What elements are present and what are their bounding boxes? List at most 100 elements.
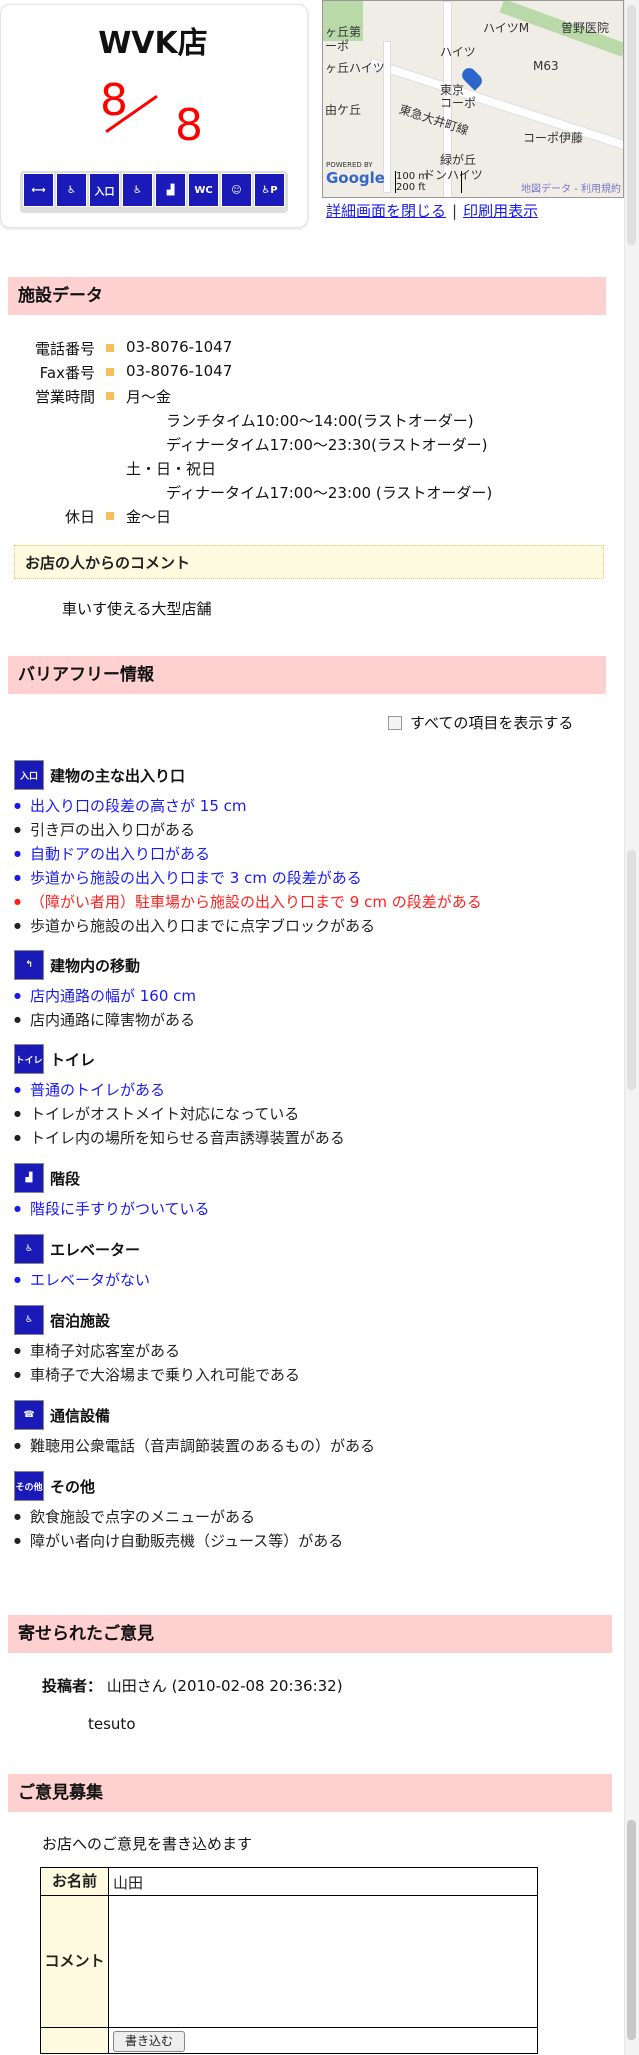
show-all-checkbox[interactable]	[388, 716, 402, 730]
map-label: 曽野医院	[561, 21, 610, 35]
name-label: お名前	[41, 1868, 109, 1895]
barrier-item[interactable]: 普通のトイレがある	[14, 1079, 165, 1100]
terms-link[interactable]: 利用規約	[581, 184, 621, 195]
hours-line: 月〜金	[126, 388, 172, 406]
barrier-item: 引き戸の出入り口がある	[14, 819, 195, 840]
barrier-item[interactable]: 階段に手すりがついている	[14, 1198, 210, 1219]
bullet-square	[106, 344, 114, 352]
close-detail-link[interactable]: 詳細画面を閉じる	[326, 202, 446, 220]
category-title: その他	[50, 1478, 96, 1496]
map-label: ハイツM	[483, 21, 530, 35]
barrier-item: 車椅子対応客室がある	[14, 1340, 180, 1361]
category-icon: ▟	[14, 1163, 44, 1193]
poster-label: 投稿者：	[42, 1677, 103, 1695]
category-title: 通信設備	[50, 1407, 111, 1425]
store-comment-header: お店の人からのコメント	[14, 545, 604, 579]
slope-icon: ♿	[56, 173, 87, 207]
category-icon: 入口	[14, 760, 44, 790]
category-icon: ↰	[14, 950, 44, 980]
scrollbar-thumb[interactable]	[627, 1820, 636, 2040]
barrier-item: 車椅子で大浴場まで乗り入れ可能である	[14, 1364, 300, 1385]
bullet-square	[106, 512, 114, 520]
map-label: M63	[533, 59, 559, 73]
barrier-item[interactable]: 自動ドアの出入り口がある	[14, 843, 210, 864]
scroll-track-mark	[627, 5, 636, 245]
category-icon: トイレ	[14, 1044, 44, 1074]
toilet-icon: WC	[188, 173, 219, 207]
category-title: 建物の主な出入り口	[50, 767, 186, 785]
hours-line: ディナータイム17:00〜23:30(ラストオーダー)	[166, 436, 488, 454]
barrier-free-score: 8 8	[95, 75, 225, 155]
category-title: 宿泊施設	[50, 1312, 111, 1330]
map-label: ハイツ	[440, 45, 476, 59]
holiday-label: 休日	[64, 508, 95, 526]
barrier-item[interactable]: 出入り口の段差の高さが 15 cm	[14, 795, 247, 816]
show-all-label[interactable]: すべての項目を表示する	[410, 712, 573, 733]
facility-icon-bar: ⟷ ♿ 入口 ♿ ▟ WC ☺ ♿P	[20, 171, 288, 213]
opinion-form: お名前 山田 コメント 書き込む	[40, 1867, 538, 2054]
elevator-icon: ♿	[122, 173, 153, 207]
map-label: 由ケ丘	[325, 103, 362, 117]
category-icon: ♿	[14, 1305, 44, 1335]
bullet-square	[106, 368, 114, 376]
hours-label: 営業時間	[34, 388, 95, 406]
comment-label: コメント	[41, 1896, 109, 2027]
store-name: WVK店	[98, 26, 208, 61]
opinions-header: 寄せられたご意見	[8, 1615, 612, 1653]
form-intro: お店へのご意見を書き込めます	[42, 1835, 253, 1853]
scrollbar[interactable]	[624, 0, 639, 2055]
map-data-links[interactable]: 地図データ - 利用規約	[521, 180, 621, 195]
category-title: 建物内の移動	[50, 957, 141, 975]
phone-value: 03-8076-1047	[126, 338, 233, 356]
opinion-body: tesuto	[88, 1715, 136, 1733]
entrance-icon: 入口	[89, 173, 120, 207]
submit-cell	[41, 2028, 109, 2053]
map-label: POWERED BY	[326, 161, 373, 169]
print-link[interactable]: 印刷用表示	[463, 202, 538, 220]
map-label: コーポ伊藤	[523, 131, 584, 145]
bullet-square	[106, 392, 114, 400]
fax-value: 03-8076-1047	[126, 362, 233, 380]
store-comment: 車いす使える大型店舗	[62, 600, 212, 618]
hours-line: ランチタイム10:00〜14:00(ラストオーダー)	[166, 412, 474, 430]
poster-name: 山田さん (2010-02-08 20:36:32)	[106, 1677, 343, 1695]
comment-textarea[interactable]	[109, 1896, 537, 2027]
name-input[interactable]: 山田	[113, 1872, 143, 1893]
hours-line: ディナータイム17:00〜23:00 (ラストオーダー)	[166, 484, 493, 502]
category-title: トイレ	[50, 1051, 96, 1069]
stairs-icon: ▟	[155, 173, 186, 207]
scale-ft: 200 ft	[396, 182, 426, 193]
hours-line: 土・日・祝日	[126, 460, 217, 478]
category-icon: その他	[14, 1471, 44, 1501]
link-separator: |	[452, 202, 458, 220]
fax-label: Fax番号	[39, 364, 95, 382]
barrier-free-header: バリアフリー情報	[8, 656, 606, 694]
scale-m: 100 m	[396, 171, 429, 182]
entrance-width-icon: ⟷	[23, 173, 54, 207]
form-header: ご意見募集	[8, 1774, 612, 1812]
barrier-item[interactable]: 歩道から施設の出入り口まで 3 cm の段差がある	[14, 867, 362, 888]
map-label: ーポ	[325, 39, 350, 53]
map-label: ヶ丘ハイツ	[325, 61, 385, 75]
parking-icon: ♿P	[254, 173, 285, 207]
holiday-value: 金〜日	[126, 508, 172, 526]
form-divider	[41, 2027, 537, 2028]
barrier-item: 飲食施設で点字のメニューがある	[14, 1506, 255, 1527]
submit-button[interactable]: 書き込む	[113, 2031, 185, 2052]
facility-header: 施設データ	[8, 277, 606, 315]
map-scale: 100 m 200 ft	[395, 171, 462, 193]
map-label: コーポ	[440, 96, 477, 110]
map-data-link[interactable]: 地図データ	[521, 184, 571, 195]
barrier-item[interactable]: （障がい者用）駐車場から施設の出入り口まで 9 cm の段差がある	[14, 891, 482, 912]
barrier-item: 歩道から施設の出入り口までに点字ブロックがある	[14, 915, 375, 936]
map[interactable]: ヶ丘第 ーポ ヶ丘ハイツ ハイツ 由ケ丘 東京 コーポ 曽野医院 ハイツM M6…	[322, 0, 624, 198]
barrier-item: トイレ内の場所を知らせる音声誘導装置がある	[14, 1127, 345, 1148]
scroll-track-mark	[627, 850, 636, 1090]
assist-icon: ☺	[221, 173, 252, 207]
category-icon: ☎	[14, 1400, 44, 1430]
barrier-item: 店内通路に障害物がある	[14, 1009, 195, 1030]
barrier-item[interactable]: エレベータがない	[14, 1269, 150, 1290]
barrier-item[interactable]: 店内通路の幅が 160 cm	[14, 985, 196, 1006]
category-icon: ♿	[14, 1234, 44, 1264]
opinion-meta: 投稿者： 山田さん (2010-02-08 20:36:32)	[42, 1675, 343, 1696]
